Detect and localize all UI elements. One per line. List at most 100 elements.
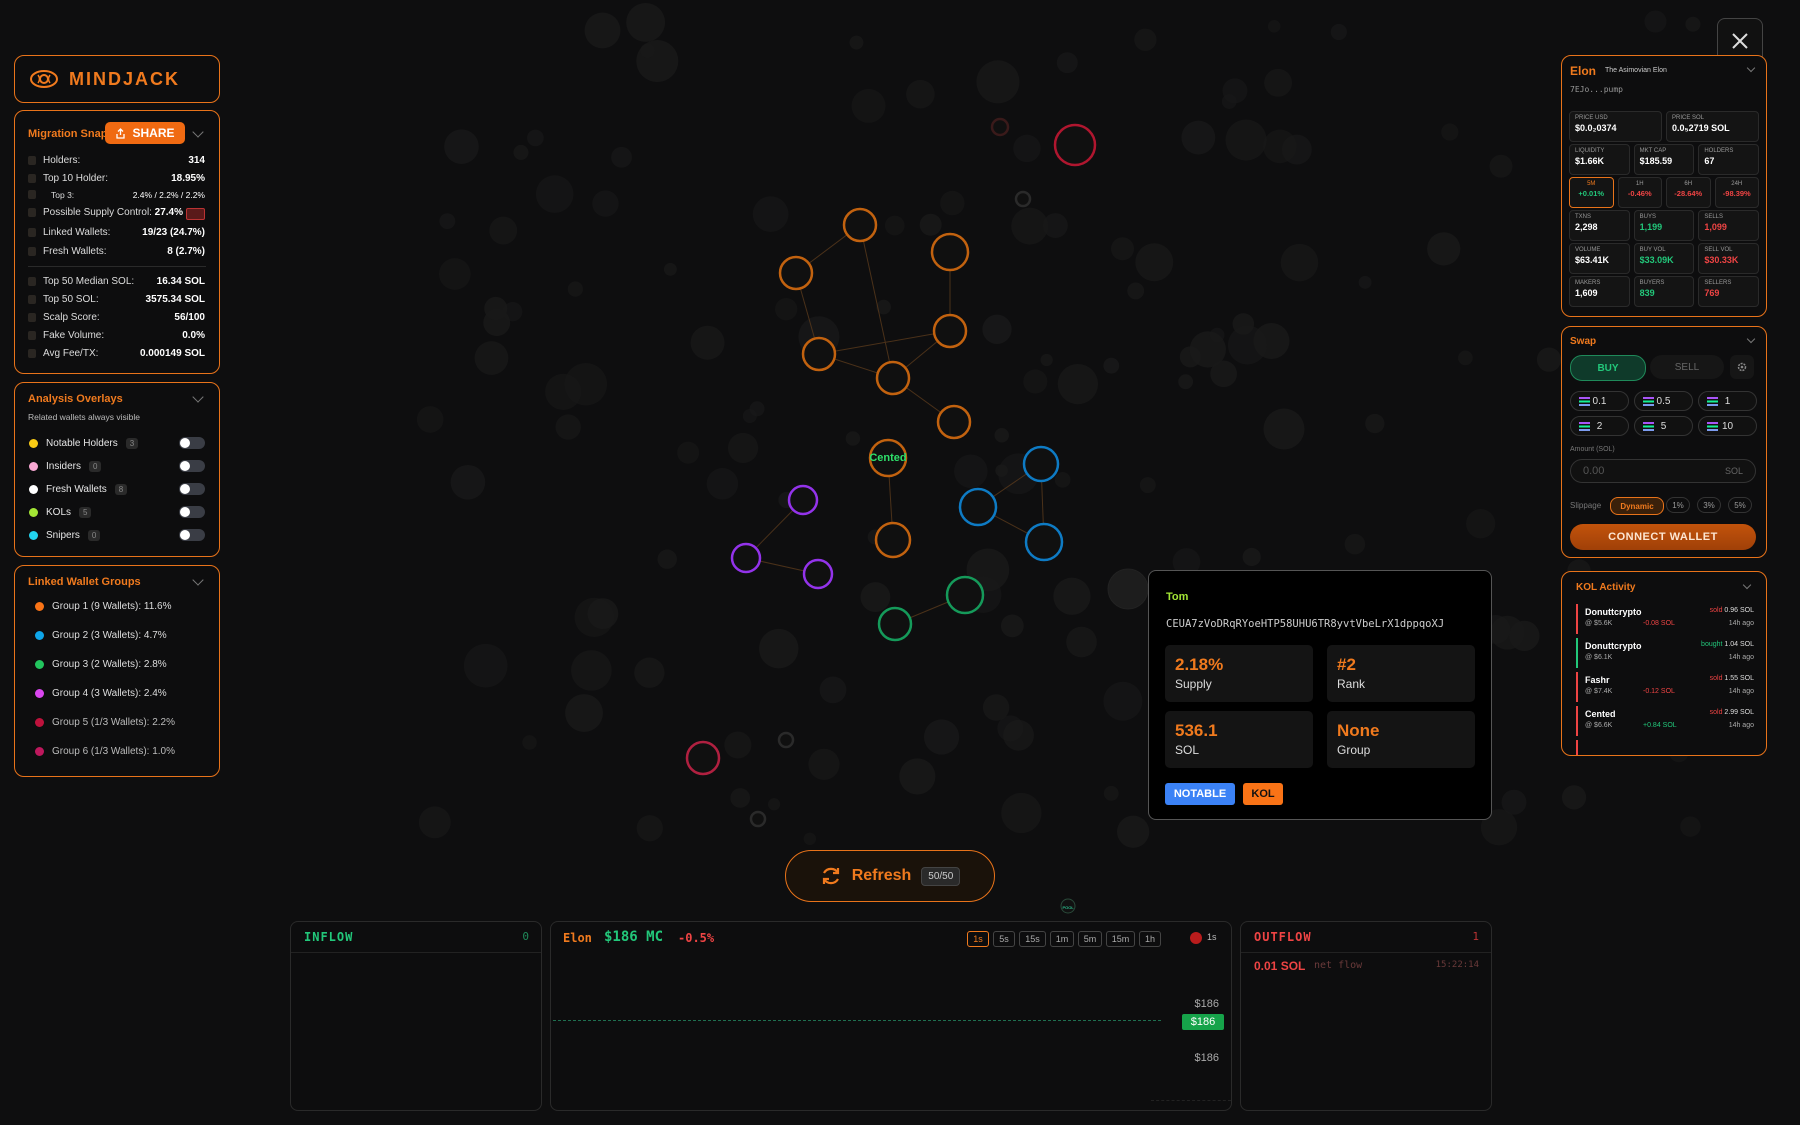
wallet-bubble[interactable] xyxy=(1264,68,1293,97)
slippage-5[interactable]: 5% xyxy=(1728,497,1752,513)
wallet-address[interactable]: CEUA7zVoDRqRYoeHTP58UHU6TR8yvtVbeLrX1dpp… xyxy=(1166,618,1444,630)
wallet-bubble[interactable] xyxy=(1536,347,1562,372)
wallet-bubble[interactable] xyxy=(489,216,518,245)
wallet-node[interactable] xyxy=(778,255,814,291)
wallet-bubble[interactable] xyxy=(727,432,759,464)
wallet-node[interactable] xyxy=(749,810,767,828)
wallet-bubble[interactable] xyxy=(1263,408,1305,450)
wallet-bubble[interactable] xyxy=(587,598,619,630)
wallet-bubble[interactable] xyxy=(940,190,965,216)
stat-cell-6h[interactable]: 6H -28.64% xyxy=(1666,177,1711,208)
group-item[interactable]: Group 6 (1/3 Wallets): 1.0% xyxy=(35,746,175,757)
wallet-bubble[interactable] xyxy=(1489,154,1513,178)
wallet-node[interactable] xyxy=(777,731,795,749)
wallet-bubble[interactable] xyxy=(1103,357,1120,374)
group-item[interactable]: Group 5 (1/3 Wallets): 2.2% xyxy=(35,717,175,728)
timeframe-1s[interactable]: 1s xyxy=(967,931,989,947)
wallet-bubble[interactable] xyxy=(1280,243,1319,282)
group-item[interactable]: Group 1 (9 Wallets): 11.6% xyxy=(35,601,172,612)
wallet-node[interactable] xyxy=(932,313,968,349)
wallet-bubble[interactable] xyxy=(742,408,757,424)
wallet-bubble[interactable] xyxy=(1680,816,1701,837)
wallet-bubble[interactable] xyxy=(1127,282,1145,300)
wallet-bubble[interactable] xyxy=(997,715,1024,742)
wallet-bubble[interactable] xyxy=(1685,16,1701,32)
wallet-node[interactable] xyxy=(874,521,912,559)
slippage-dynamic[interactable]: Dynamic xyxy=(1610,497,1664,515)
wallet-bubble[interactable] xyxy=(851,88,886,123)
wallet-bubble[interactable] xyxy=(484,296,508,321)
swap-settings-button[interactable] xyxy=(1730,355,1754,379)
wallet-bubble[interactable] xyxy=(954,454,988,489)
wallet-bubble[interactable] xyxy=(657,549,677,569)
chevron-down-icon[interactable] xyxy=(192,574,204,586)
wallet-node[interactable] xyxy=(1107,568,1149,610)
wallet-bubble[interactable] xyxy=(1135,243,1174,282)
kols-toggle[interactable] xyxy=(179,506,205,518)
connect-wallet-button[interactable]: CONNECT WALLET xyxy=(1570,524,1756,550)
wallet-bubble[interactable] xyxy=(626,2,666,42)
wallet-bubble[interactable] xyxy=(1330,23,1347,41)
chevron-down-icon[interactable] xyxy=(1742,580,1752,590)
wallet-bubble[interactable] xyxy=(906,79,935,109)
wallet-node[interactable] xyxy=(787,484,819,516)
wallet-bubble[interactable] xyxy=(1001,792,1042,834)
wallet-node[interactable] xyxy=(945,575,985,615)
wallet-bubble[interactable] xyxy=(1178,374,1194,390)
wallet-bubble[interactable] xyxy=(849,35,864,50)
stat-cell-24h[interactable]: 24H -98.39% xyxy=(1714,177,1759,208)
stat-cell-1h[interactable]: 1H -0.46% xyxy=(1617,177,1662,208)
kol-activity-row[interactable]: Donuttcrypto @ $6.1K bought 1.04 SOL 14h… xyxy=(1576,638,1756,668)
wallet-bubble[interactable] xyxy=(418,806,451,839)
wallet-bubble[interactable] xyxy=(1011,207,1049,245)
wallet-bubble[interactable] xyxy=(565,694,603,732)
wallet-bubble[interactable] xyxy=(1210,360,1238,388)
wallet-bubble[interactable] xyxy=(1066,626,1097,658)
wallet-bubble[interactable] xyxy=(611,146,632,168)
wallet-bubble[interactable] xyxy=(919,213,942,236)
wallet-node[interactable] xyxy=(1024,522,1064,562)
kol-activity-row[interactable] xyxy=(1576,740,1756,755)
slippage-1[interactable]: 1% xyxy=(1666,497,1690,513)
wallet-bubble[interactable] xyxy=(567,281,583,297)
chevron-down-icon[interactable] xyxy=(192,126,204,138)
wallet-bubble[interactable] xyxy=(527,129,544,147)
wallet-bubble[interactable] xyxy=(1225,119,1267,161)
wallet-node[interactable] xyxy=(1053,123,1097,167)
wallet-bubble[interactable] xyxy=(1263,129,1297,164)
snipers-toggle[interactable] xyxy=(179,529,205,541)
timeframe-1m[interactable]: 1m xyxy=(1050,931,1074,947)
wallet-bubble[interactable] xyxy=(1054,471,1071,488)
wallet-bubble[interactable] xyxy=(1181,120,1216,155)
wallet-bubble[interactable] xyxy=(976,60,1020,104)
kol-activity-row[interactable]: Donuttcrypto @ $5.6K sold 0.96 SOL -0.08… xyxy=(1576,604,1756,634)
wallet-bubble[interactable] xyxy=(463,643,508,688)
timeframe-1h[interactable]: 1h xyxy=(1139,931,1161,947)
wallet-bubble[interactable] xyxy=(1501,789,1527,815)
amount-preset[interactable]: 0.5 xyxy=(1634,391,1693,411)
wallet-bubble[interactable] xyxy=(1053,577,1091,615)
stat-cell-5m[interactable]: 5M +0.01% xyxy=(1569,177,1614,208)
wallet-bubble[interactable] xyxy=(1441,123,1459,141)
wallet-bubble[interactable] xyxy=(775,298,798,321)
wallet-bubble[interactable] xyxy=(1490,615,1525,650)
timeframe-5s[interactable]: 5s xyxy=(993,931,1015,947)
wallet-node[interactable] xyxy=(685,740,721,776)
buy-tab[interactable]: BUY xyxy=(1570,355,1646,381)
wallet-bubble[interactable] xyxy=(1040,353,1053,367)
wallet-bubble[interactable] xyxy=(752,196,789,232)
group-item[interactable]: Group 4 (3 Wallets): 2.4% xyxy=(35,688,167,699)
live-record-icon[interactable] xyxy=(1190,932,1202,944)
wallet-bubble[interactable] xyxy=(860,582,891,612)
wallet-bubble[interactable] xyxy=(1242,547,1261,567)
wallet-node[interactable] xyxy=(936,404,972,440)
chevron-down-icon[interactable] xyxy=(1746,334,1756,344)
wallet-bubble[interactable] xyxy=(982,314,1012,344)
wallet-bubble[interactable] xyxy=(663,262,677,276)
wallet-bubble[interactable] xyxy=(730,788,751,808)
wallet-node[interactable] xyxy=(1014,190,1032,208)
wallet-bubble[interactable] xyxy=(1209,327,1225,343)
wallet-bubble[interactable] xyxy=(439,213,456,230)
wallet-bubble[interactable] xyxy=(808,748,840,780)
wallet-bubble[interactable] xyxy=(1267,20,1281,33)
